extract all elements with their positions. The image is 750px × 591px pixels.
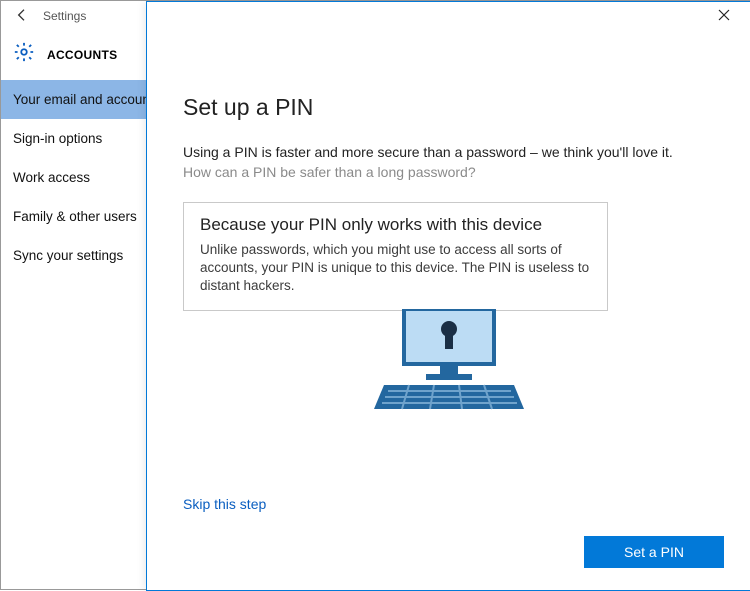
sidebar-item-label: Sync your settings bbox=[13, 248, 123, 263]
dialog-title: Set up a PIN bbox=[183, 94, 714, 121]
sidebar-item-label: Family & other users bbox=[13, 209, 137, 224]
sidebar-item-label: Your email and accounts bbox=[13, 92, 160, 107]
dialog-description: Using a PIN is faster and more secure th… bbox=[183, 143, 714, 162]
dialog-footer: Set a PIN bbox=[584, 536, 724, 568]
computer-lock-icon bbox=[364, 309, 534, 424]
set-pin-button[interactable]: Set a PIN bbox=[584, 536, 724, 568]
computer-lock-illustration bbox=[183, 309, 714, 424]
info-box-title: Because your PIN only works with this de… bbox=[200, 215, 591, 235]
close-icon bbox=[718, 8, 730, 26]
sidebar-item-label: Sign-in options bbox=[13, 131, 102, 146]
gear-icon bbox=[13, 41, 35, 68]
back-button[interactable] bbox=[9, 3, 35, 29]
dialog-body: Set up a PIN Using a PIN is faster and m… bbox=[147, 32, 750, 514]
pin-info-box: Because your PIN only works with this de… bbox=[183, 202, 608, 311]
dialog-header bbox=[147, 2, 750, 32]
skip-link[interactable]: Skip this step bbox=[183, 496, 266, 512]
settings-label: Settings bbox=[43, 9, 86, 23]
info-box-text: Unlike passwords, which you might use to… bbox=[200, 241, 591, 296]
accounts-title: ACCOUNTS bbox=[47, 48, 117, 62]
dialog-sub-question[interactable]: How can a PIN be safer than a long passw… bbox=[183, 164, 714, 180]
back-arrow-icon bbox=[14, 7, 30, 26]
pin-setup-dialog: Set up a PIN Using a PIN is faster and m… bbox=[146, 1, 750, 591]
sidebar-item-label: Work access bbox=[13, 170, 90, 185]
close-button[interactable] bbox=[704, 3, 744, 31]
